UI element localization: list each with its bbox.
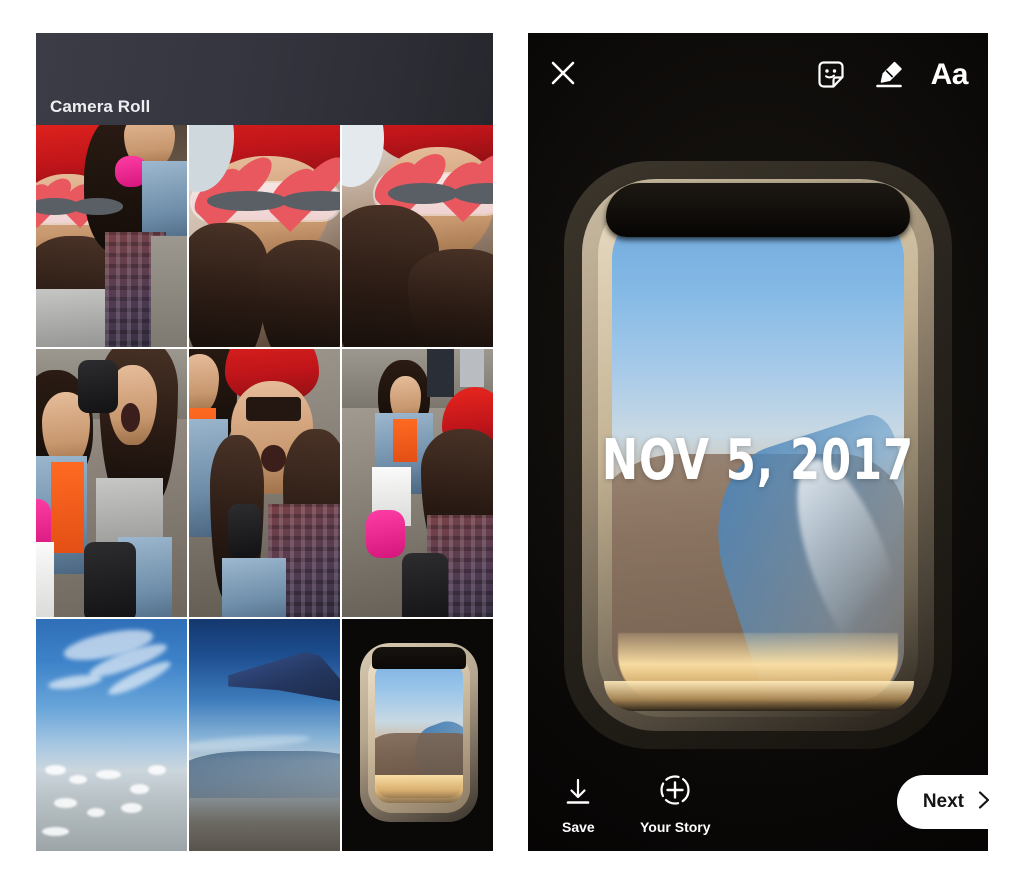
photo-thumbnail[interactable]: [36, 125, 187, 347]
story-toolbar: Aa: [528, 33, 988, 117]
story-editor-panel: NOV 5, 2017 Aa Save Your Story Next: [528, 33, 1014, 851]
photo-thumbnail[interactable]: [342, 125, 493, 347]
your-story-label: Your Story: [640, 819, 711, 835]
add-to-story-icon: [658, 773, 692, 812]
save-label: Save: [562, 819, 595, 835]
photo-thumbnail[interactable]: [189, 619, 340, 851]
camera-roll-panel: Camera Roll: [36, 33, 493, 851]
save-button[interactable]: Save: [562, 777, 595, 835]
photo-thumbnail[interactable]: [342, 349, 493, 617]
photo-thumbnail[interactable]: [36, 349, 187, 617]
next-button[interactable]: Next: [896, 775, 1014, 829]
sticker-icon[interactable]: [815, 59, 847, 91]
story-preview-canvas[interactable]: NOV 5, 2017: [528, 33, 988, 851]
photo-thumbnail[interactable]: [189, 125, 340, 347]
text-tool-button[interactable]: Aa: [931, 60, 969, 90]
story-bottom-bar: Save Your Story Next: [528, 755, 1014, 851]
your-story-button[interactable]: Your Story: [640, 773, 711, 835]
draw-pen-icon[interactable]: [873, 59, 905, 91]
photo-thumbnail[interactable]: [189, 349, 340, 617]
camera-roll-header: Camera Roll: [36, 33, 493, 125]
photo-thumbnail[interactable]: [342, 619, 493, 851]
window-shade: [606, 183, 910, 237]
photo-grid[interactable]: [36, 125, 493, 851]
camera-roll-title: Camera Roll: [50, 97, 151, 116]
window-sill-lip: [604, 681, 914, 711]
chevron-right-icon: [974, 789, 994, 816]
photo-thumbnail[interactable]: [36, 619, 187, 851]
close-icon[interactable]: [548, 58, 578, 93]
download-icon: [563, 777, 593, 812]
next-button-label: Next: [922, 791, 964, 812]
date-sticker[interactable]: NOV 5, 2017: [560, 428, 956, 493]
